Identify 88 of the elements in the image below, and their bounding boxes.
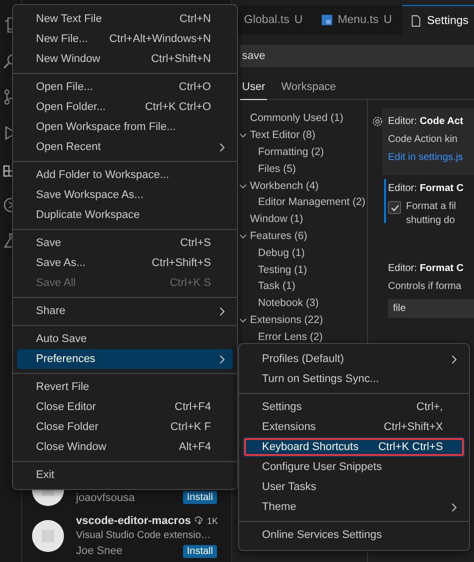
menu-item[interactable]: User Tasks	[243, 477, 465, 497]
shortcut-text: Ctrl+Shift+N	[151, 53, 211, 65]
tree-item[interactable]: Editor Management (2)	[246, 194, 367, 211]
gear-icon[interactable]	[372, 116, 383, 127]
setting-title: Editor: Format C	[388, 183, 465, 194]
menu-item[interactable]: Open Workspace from File...	[17, 117, 233, 137]
extension-avatar	[32, 520, 64, 552]
extension-publisher: Joe Snee	[76, 545, 122, 557]
menu-item[interactable]: Open Folder... Ctrl+K Ctrl+O	[17, 97, 233, 117]
shortcut-text: Ctrl+S	[180, 237, 211, 249]
extension-name: vscode-editor-macros	[76, 514, 191, 526]
menu-item[interactable]: Keyboard Shortcuts Ctrl+K Ctrl+S	[243, 437, 465, 457]
menu-item[interactable]: Save As... Ctrl+Shift+S	[17, 253, 233, 273]
tree-item[interactable]: Text Editor (8)	[238, 126, 367, 144]
tree-item[interactable]: Notebook (3)	[246, 294, 367, 312]
menu-item[interactable]: Configure User Snippets	[243, 457, 465, 477]
menu-item[interactable]: Theme	[243, 497, 465, 517]
setting-description: shutting do	[406, 215, 456, 226]
download-count: 1K	[206, 516, 218, 526]
shortcut-text: Ctrl+,	[416, 401, 443, 413]
menu-item[interactable]: New Text File Ctrl+N	[17, 9, 233, 29]
menu-item[interactable]: Revert File	[17, 377, 233, 397]
file-icon	[410, 14, 422, 26]
tab-label: Settings	[426, 14, 468, 26]
menu-item[interactable]: Extensions Ctrl+Shift+X	[243, 417, 465, 437]
scope-tab[interactable]: Workspace	[279, 77, 338, 100]
menu-item[interactable]: Turn on Settings Sync...	[243, 369, 465, 389]
tree-item[interactable]: Debug (1)	[246, 244, 367, 262]
install-button[interactable]: Install	[182, 544, 217, 558]
menu-item[interactable]: New File... Ctrl+Alt+Windows+N	[17, 29, 233, 49]
menu-item[interactable]: Add Folder to Workspace...	[17, 165, 233, 185]
setting-title: Editor: Format C	[388, 263, 465, 274]
tree-item[interactable]: Formatting (2)	[246, 144, 367, 160]
shortcut-text: Ctrl+Shift+S	[152, 257, 211, 269]
shortcut-text: Ctrl+K F	[170, 421, 211, 433]
menu-item[interactable]: Save Ctrl+S	[17, 233, 233, 253]
extension-description: Visual Studio Code extensio…	[76, 528, 212, 542]
shortcut-text: Alt+F4	[178, 441, 211, 453]
setting-description: Controls if forma	[388, 281, 462, 292]
menu-item[interactable]: Auto Save	[17, 329, 233, 349]
install-button[interactable]: Install	[182, 491, 217, 504]
tree-item[interactable]: Window (1)	[238, 210, 367, 228]
settings-link[interactable]: Edit in settings.js	[388, 152, 474, 163]
menu-item[interactable]: Close Editor Ctrl+F4	[17, 397, 233, 417]
menu-item[interactable]: Open Recent	[17, 137, 233, 157]
menu-item[interactable]: New Window Ctrl+Shift+N	[17, 49, 233, 69]
extension-publisher: joaovfsousa	[76, 492, 135, 504]
menu-item[interactable]: Share	[17, 301, 233, 321]
menu-item[interactable]: Profiles (Default)	[243, 349, 465, 369]
shortcut-text: Ctrl+F4	[174, 401, 211, 413]
tab-label: Menu.ts	[338, 14, 379, 26]
tree-item[interactable]: Workbench (4)	[238, 177, 367, 194]
shortcut-text: Ctrl+K Ctrl+S	[378, 441, 443, 453]
download-icon	[194, 516, 204, 525]
setting-title: Editor: Code Act	[388, 116, 464, 127]
tree-item[interactable]: Error Lens (2)	[246, 328, 367, 346]
setting-description: Format a fil	[406, 201, 456, 212]
scope-tab[interactable]: User	[240, 77, 268, 100]
menu-item[interactable]: Close Window Alt+F4	[17, 437, 233, 457]
tree-item[interactable]: Task (1)	[246, 278, 367, 295]
menu-item[interactable]: Online Services Settings	[243, 525, 465, 545]
shortcut-text: Ctrl+K S	[170, 277, 211, 289]
typescript-file-icon	[320, 14, 333, 26]
setting-description: Code Action kin	[388, 134, 458, 145]
search-field[interactable]: save	[240, 45, 474, 67]
dropdown[interactable]: file	[388, 299, 474, 318]
menu-item[interactable]: Close Folder Ctrl+K F	[17, 417, 233, 437]
menu-item[interactable]: Open File... Ctrl+O	[17, 77, 233, 97]
tree-item[interactable]: Extensions (22)	[238, 312, 367, 328]
shortcut-text: Ctrl+O	[178, 81, 211, 93]
tree-item[interactable]: Features (6)	[238, 228, 367, 244]
menu-item[interactable]: Duplicate Workspace	[17, 205, 233, 225]
tab-status: U	[384, 14, 392, 26]
menu-item[interactable]: Save Workspace As...	[17, 185, 233, 205]
tree-item[interactable]: Testing (1)	[246, 261, 367, 278]
menu-item[interactable]: Settings Ctrl+,	[243, 397, 465, 417]
tab-label: Global.ts	[244, 14, 290, 26]
tree-item[interactable]: Files (5)	[246, 160, 367, 178]
shortcut-text: Ctrl+Alt+Windows+N	[109, 33, 211, 45]
shortcut-text: Ctrl+N	[180, 13, 211, 25]
checkbox[interactable]	[388, 201, 401, 214]
menu-item[interactable]: Exit	[17, 465, 233, 485]
shortcut-text: Ctrl+Shift+X	[384, 421, 443, 433]
tree-item[interactable]: Commonly Used (1)	[238, 110, 367, 127]
editor-tab[interactable]: Settings	[402, 5, 474, 35]
shortcut-text: Ctrl+K Ctrl+O	[144, 101, 211, 113]
menu-item[interactable]: Preferences	[17, 349, 233, 369]
tab-status: U	[294, 14, 303, 26]
